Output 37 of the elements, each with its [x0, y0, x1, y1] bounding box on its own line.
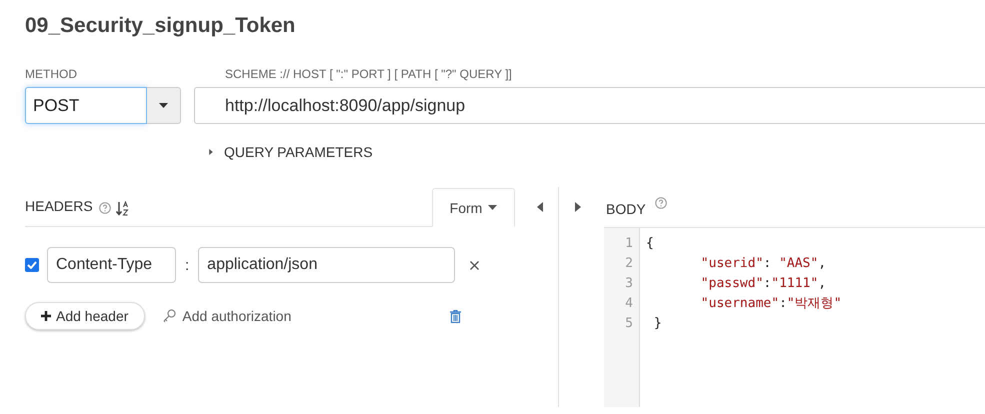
- query-parameters-toggle[interactable]: QUERY PARAMETERS: [208, 144, 373, 160]
- plus-icon: [41, 311, 51, 321]
- code-line: }: [652, 315, 663, 333]
- collapse-left-icon[interactable]: [537, 202, 543, 212]
- triangle-icon: [208, 147, 214, 157]
- line-number: 1: [624, 235, 634, 253]
- code-line: "username":"박재형": [700, 295, 842, 313]
- trash-icon[interactable]: [450, 310, 462, 322]
- key-icon: [163, 309, 176, 323]
- header-name-field[interactable]: Content-Type: [47, 247, 176, 283]
- line-number: 3: [624, 275, 634, 293]
- method-field[interactable]: POST: [25, 87, 147, 124]
- request-title: 09_Security_signup_Token: [25, 14, 296, 39]
- sort-icon[interactable]: [116, 201, 130, 216]
- code-line: "passwd":"1111",: [700, 275, 828, 293]
- caret-icon: [159, 103, 168, 108]
- add-authorization-link[interactable]: Add authorization: [163, 308, 292, 324]
- headers-label: HEADERS: [25, 198, 93, 214]
- add-header-button[interactable]: Add header: [25, 302, 146, 330]
- method-label: METHOD: [25, 67, 78, 81]
- url-field[interactable]: http://localhost:8090/app/signup: [194, 87, 985, 124]
- header-value-field[interactable]: application/json: [198, 247, 456, 283]
- code-line: {: [646, 235, 655, 253]
- url-label: SCHEME :// HOST [ ":" PORT ] [ PATH [ "?" QUERY ]]: [225, 67, 512, 81]
- body-label: BODY: [606, 201, 646, 217]
- line-number: 4: [624, 295, 634, 313]
- line-number: 2: [624, 255, 634, 273]
- header-checkbox[interactable]: [25, 258, 39, 272]
- help-icon[interactable]: [654, 197, 667, 209]
- help-icon[interactable]: [98, 202, 111, 214]
- separator: :: [185, 256, 190, 274]
- close-icon[interactable]: [470, 260, 480, 270]
- code-line: "userid": "AAS",: [700, 255, 828, 273]
- expand-right-icon[interactable]: [575, 202, 581, 212]
- caret-icon: [488, 205, 498, 210]
- form-tab[interactable]: Form: [432, 188, 515, 227]
- line-number: 5: [624, 315, 634, 333]
